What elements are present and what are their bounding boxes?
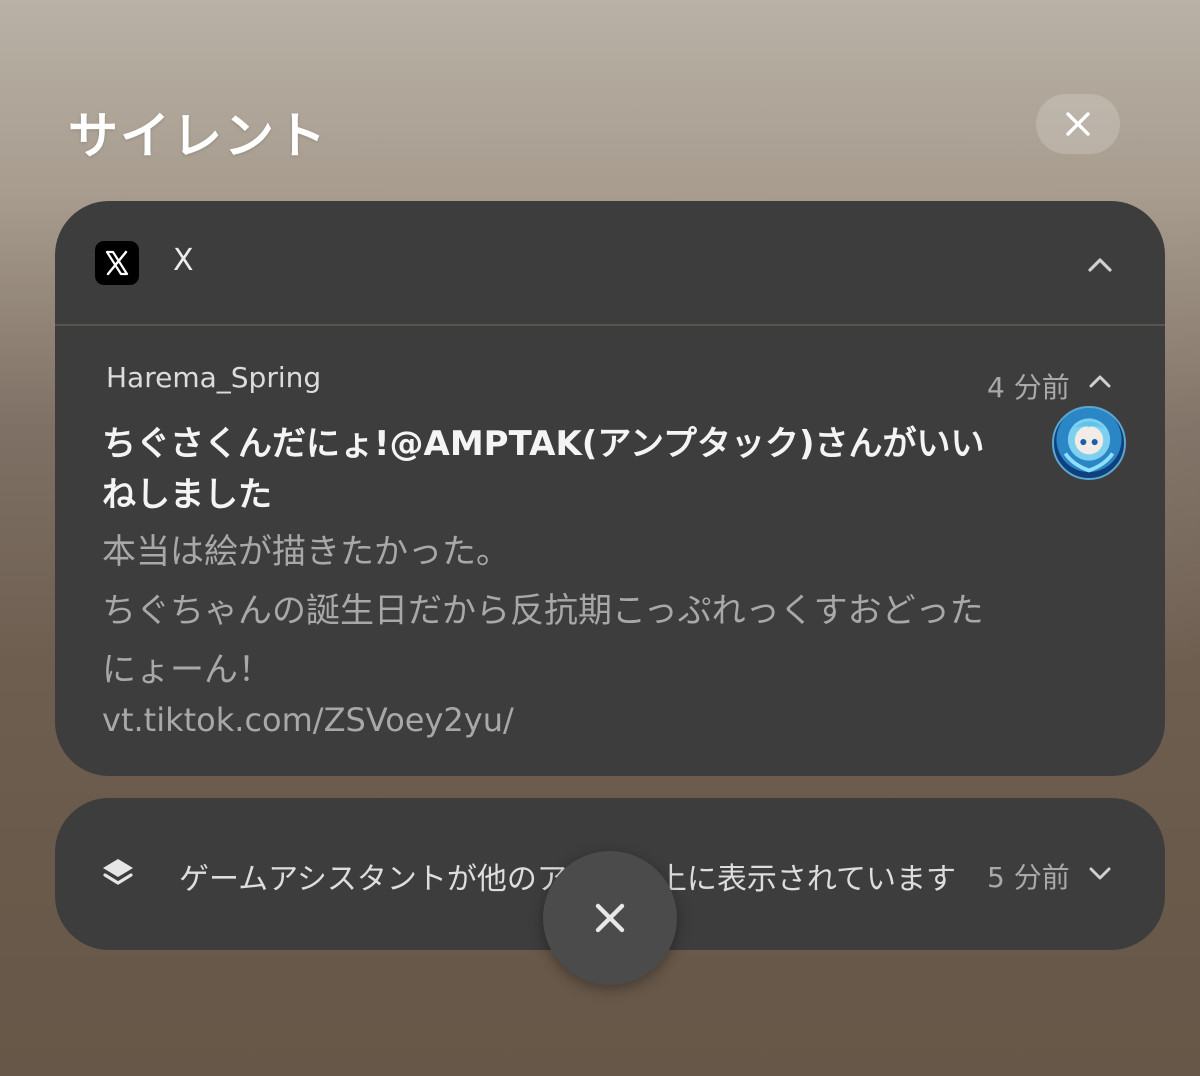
close-icon bbox=[595, 903, 625, 933]
app-name: X bbox=[173, 243, 194, 278]
section-title: サイレント bbox=[68, 107, 328, 165]
x-logo-icon bbox=[95, 241, 139, 285]
x-notification-card[interactable]: X Harema_Spring 4 分前 ちぐさくんだにょ!@AMPTAK(アン… bbox=[55, 201, 1165, 776]
notification-time: 4 分前 bbox=[987, 371, 1070, 404]
chevron-up-icon bbox=[1089, 375, 1111, 388]
game-notification-time: 5 分前 bbox=[987, 861, 1070, 894]
notification-title: ちぐさくんだにょ!@AMPTAK(アンプタック)さんがいいねしました bbox=[102, 424, 985, 515]
close-section-button[interactable] bbox=[1036, 94, 1120, 154]
collapse-notification-button[interactable] bbox=[1082, 364, 1118, 398]
notification-sender: Harema_Spring bbox=[106, 361, 322, 394]
close-icon bbox=[1066, 112, 1090, 136]
notification-body-line: ちぐちゃんの誕生日だから反抗期こっぷれっくすおどった bbox=[102, 591, 984, 631]
app-group-header[interactable]: X bbox=[55, 201, 1165, 326]
notification-body: 本当は絵が描きたかった。 ちぐちゃんの誕生日だから反抗期こっぷれっくすおどった … bbox=[102, 523, 1062, 700]
collapse-app-group-button[interactable] bbox=[1080, 245, 1120, 285]
notification-body-line: 本当は絵が描きたかった。 bbox=[102, 532, 510, 572]
expand-notification-button[interactable] bbox=[1082, 856, 1118, 890]
notification-link[interactable]: vt.tiktok.com/ZSVoey2yu/ bbox=[102, 701, 514, 739]
chevron-up-icon bbox=[1088, 258, 1112, 272]
dismiss-all-button[interactable] bbox=[543, 851, 677, 985]
chevron-down-icon bbox=[1089, 867, 1111, 880]
avatar bbox=[1052, 406, 1126, 480]
layers-icon bbox=[103, 859, 133, 885]
notification-body-line: にょーん！ bbox=[102, 650, 272, 690]
